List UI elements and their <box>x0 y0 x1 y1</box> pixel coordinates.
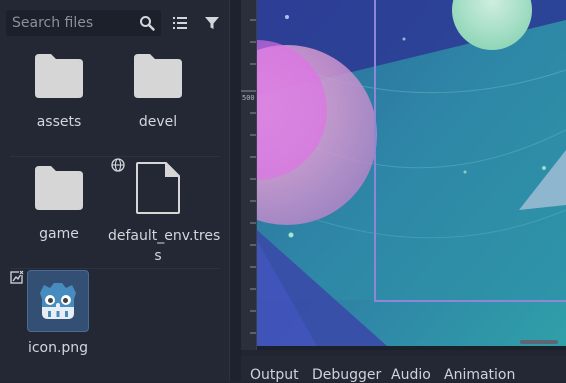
filesystem-dock: assets devel game default_env.tres s <box>0 0 230 381</box>
image-thumbnail <box>27 270 89 332</box>
item-label: game <box>39 226 79 242</box>
godot-logo-icon <box>40 283 76 319</box>
bottom-panel-tabs: Output Debugger Audio Animation <box>241 356 566 383</box>
folder-devel[interactable]: devel <box>108 54 208 132</box>
item-label: devel <box>138 114 178 130</box>
scene-canvas <box>257 0 566 346</box>
folder-icon <box>35 54 83 98</box>
item-label: icon.png <box>27 340 89 356</box>
list-view-icon[interactable] <box>172 15 188 31</box>
ruler-label: 500 <box>242 94 255 102</box>
folder-assets[interactable]: assets <box>9 54 109 132</box>
search-icon[interactable] <box>139 15 155 31</box>
folder-icon <box>134 54 182 98</box>
canvas-viewport[interactable]: 500 <box>241 0 566 350</box>
search-input[interactable] <box>12 10 142 36</box>
item-label: default_env.tres <box>108 228 221 244</box>
ruler-ticks <box>241 19 256 334</box>
vertical-ruler: 500 <box>241 0 257 350</box>
folder-game[interactable]: game <box>9 166 109 244</box>
search-box[interactable] <box>6 10 161 36</box>
item-label: assets <box>36 114 82 130</box>
row-divider <box>10 268 220 269</box>
file-icon <box>136 162 180 214</box>
row-divider <box>10 156 220 157</box>
file-default-env[interactable]: default_env.tres s <box>108 162 221 266</box>
import-icon <box>10 270 24 284</box>
folder-icon <box>35 166 83 210</box>
horizontal-scrollbar[interactable] <box>520 340 558 344</box>
globe-icon <box>111 158 125 172</box>
item-label-wrap: s <box>154 248 162 264</box>
filter-icon[interactable] <box>204 15 220 31</box>
